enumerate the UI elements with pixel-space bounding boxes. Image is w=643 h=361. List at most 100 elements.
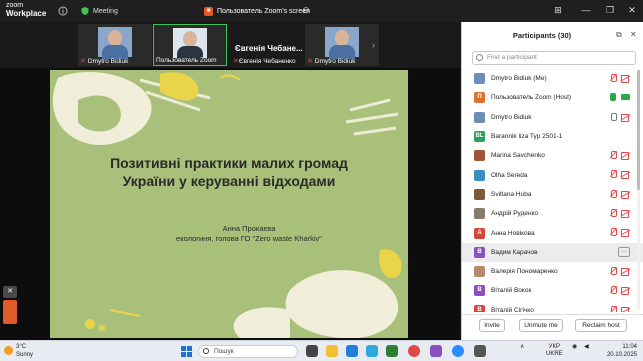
app-icon-3[interactable] bbox=[474, 345, 486, 357]
camera-off-icon bbox=[621, 152, 630, 161]
camera-off-icon bbox=[621, 171, 630, 180]
participant-row[interactable]: А Анна Новікова bbox=[462, 223, 643, 242]
minimize-icon[interactable]: — bbox=[580, 4, 592, 16]
windows-taskbar: 3°C Sunny Пошук ∧ УКР UKRE ◉ ◀ 11:04 20.1… bbox=[0, 340, 643, 361]
participants-footer: Invite Unmute me Reclaim host bbox=[462, 314, 643, 340]
more-options-button[interactable]: ··· bbox=[618, 246, 630, 257]
participant-row[interactable]: Андрій Руденко bbox=[462, 204, 643, 223]
app-icon[interactable] bbox=[386, 345, 398, 357]
status-icons bbox=[610, 170, 630, 180]
mic-icon bbox=[610, 112, 617, 121]
weather-temp: 3°C bbox=[16, 344, 27, 350]
notification-badge[interactable] bbox=[3, 300, 17, 324]
search-icon bbox=[203, 348, 209, 354]
reclaim-host-button[interactable]: Reclaim host bbox=[575, 319, 627, 332]
volume-icon[interactable]: ◀ bbox=[584, 344, 589, 351]
presentation-slide: Позитивні практики малих громад України … bbox=[50, 70, 408, 338]
participants-title: Participants (30) bbox=[512, 31, 572, 40]
edge-icon[interactable] bbox=[346, 345, 358, 357]
mic-off-icon: ✕ bbox=[307, 58, 313, 65]
slide-decoration bbox=[52, 72, 402, 338]
close-icon[interactable]: ✕ bbox=[626, 4, 638, 16]
camera-off-icon bbox=[621, 229, 630, 238]
tile-big-name: Євгенія Чебане... bbox=[235, 44, 303, 53]
participants-header: Participants (30) ⧉ ✕ bbox=[462, 22, 643, 48]
tile-name: ✕ Dmytro Bidiuk bbox=[307, 57, 356, 66]
zoom-logo: zoom Workplace bbox=[6, 2, 46, 18]
taskbar-search[interactable]: Пошук bbox=[198, 345, 298, 358]
avatar bbox=[474, 208, 485, 220]
shared-screen: Позитивні практики малих громад України … bbox=[0, 68, 460, 340]
participant-row[interactable]: В Вадим Карачов ··· bbox=[462, 242, 643, 262]
participant-row[interactable]: Olha Sereda bbox=[462, 165, 643, 184]
camera-off-icon bbox=[621, 75, 630, 83]
participant-row[interactable]: Dmytro Bidiuk (Me) bbox=[462, 69, 643, 88]
system-clock[interactable]: 11:04 20.10.2025 bbox=[607, 343, 637, 359]
language-indicator[interactable]: УКР UKRE bbox=[546, 344, 563, 358]
store-icon[interactable] bbox=[366, 345, 378, 357]
app-icon-2[interactable] bbox=[430, 345, 442, 357]
search-input[interactable]: Find a participant bbox=[472, 51, 636, 65]
mic-icon bbox=[610, 93, 616, 102]
file-explorer-icon[interactable] bbox=[326, 345, 338, 357]
status-icons bbox=[610, 112, 630, 122]
avatar: В bbox=[474, 285, 485, 297]
participant-row[interactable]: Svitlana Huba bbox=[462, 185, 643, 204]
mic-off-icon bbox=[610, 266, 617, 275]
participant-row[interactable]: В Віталій Сігічко bbox=[462, 301, 643, 312]
mic-off-icon bbox=[610, 286, 617, 295]
slide-author: Анна Прокаєва екологиня, голова ГО "Zero… bbox=[176, 224, 322, 243]
close-notification-icon[interactable]: ✕ bbox=[3, 286, 17, 298]
video-tile-2[interactable]: Пользователь Zoom bbox=[153, 24, 227, 66]
meeting-menu[interactable]: Meeting bbox=[80, 5, 118, 17]
chrome-icon[interactable] bbox=[408, 345, 420, 357]
zoom-taskbar-icon[interactable] bbox=[452, 345, 464, 357]
participants-panel: Participants (30) ⧉ ✕ Find a participant… bbox=[461, 22, 643, 340]
video-tile-4[interactable]: ✕ Dmytro Bidiuk bbox=[305, 24, 379, 66]
strip-next-icon[interactable]: › bbox=[372, 40, 375, 50]
search-placeholder: Find a participant bbox=[487, 54, 537, 61]
start-button[interactable] bbox=[181, 346, 192, 357]
tile-name: ✕Євгенія Чебаненко bbox=[233, 58, 296, 65]
info-icon[interactable] bbox=[58, 5, 68, 17]
share-label: Пользователь Zoom's screen bbox=[217, 7, 311, 15]
participants-scrollbar[interactable] bbox=[637, 70, 640, 310]
avatar bbox=[474, 73, 485, 85]
participant-row[interactable]: Marina Savchenko bbox=[462, 146, 643, 165]
avatar bbox=[474, 111, 485, 123]
status-icons bbox=[610, 228, 630, 238]
task-view-icon[interactable] bbox=[306, 345, 318, 357]
unmute-me-button[interactable]: Unmute me bbox=[519, 319, 563, 332]
taskbar-search-label: Пошук bbox=[214, 348, 234, 355]
tile-name: Пользователь Zoom bbox=[156, 57, 217, 64]
network-icon[interactable]: ◉ bbox=[572, 344, 577, 351]
status-icons bbox=[610, 93, 630, 102]
share-options-icon[interactable]: ⊖ bbox=[300, 4, 312, 16]
weather-widget[interactable]: 3°C Sunny bbox=[4, 343, 33, 359]
mic-off-icon bbox=[610, 209, 617, 218]
screen-share-tab[interactable]: ■ Пользователь Zoom's screen bbox=[200, 3, 314, 19]
participant-row[interactable]: Dmytro Bidiuk bbox=[462, 108, 643, 127]
video-tile-3[interactable]: Євгенія Чебане... ✕Євгенія Чебаненко bbox=[231, 24, 313, 66]
avatar: А bbox=[474, 227, 485, 239]
participant-video bbox=[98, 27, 132, 59]
meeting-label: Meeting bbox=[93, 7, 118, 15]
tray-chevron-icon[interactable]: ∧ bbox=[520, 344, 524, 351]
camera-off-icon bbox=[621, 287, 630, 296]
video-tile-1[interactable]: ✕ Dmytro Bidiuk bbox=[78, 24, 152, 66]
participant-row[interactable]: BL Barannik liza Typ 2501-1 bbox=[462, 127, 643, 146]
participant-video bbox=[325, 27, 359, 59]
invite-button[interactable]: Invite bbox=[479, 319, 505, 332]
camera-off-icon bbox=[621, 306, 630, 312]
maximize-icon[interactable]: ❐ bbox=[604, 4, 616, 16]
participant-row[interactable]: П Пользователь Zoom (Host) bbox=[462, 88, 643, 107]
mic-off-icon bbox=[610, 189, 617, 198]
participant-row[interactable]: Валерія Пономаренко bbox=[462, 262, 643, 281]
view-icon[interactable]: ⊞ bbox=[552, 4, 564, 16]
camera-off-icon bbox=[621, 210, 630, 219]
popout-icon[interactable]: ⧉ bbox=[616, 30, 622, 40]
close-panel-icon[interactable]: ✕ bbox=[630, 30, 637, 39]
participants-list: Dmytro Bidiuk (Me) П Пользователь Zoom (Ho… bbox=[462, 69, 643, 312]
zoom-logo-line2: Workplace bbox=[6, 9, 47, 18]
participant-row[interactable]: В Віталій Вокок bbox=[462, 281, 643, 300]
